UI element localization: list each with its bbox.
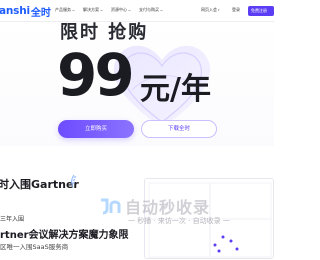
nav-resources[interactable]: 资源中心 <box>111 7 131 13</box>
price-unit: 元/年 <box>140 72 211 107</box>
gartner-headline: rtner会议解决方案魔力象限 <box>0 230 129 241</box>
chevron-down-icon <box>72 9 75 11</box>
brand-name-cn: 全时 <box>30 7 51 19</box>
nav-products[interactable]: 产品服务 <box>55 7 75 13</box>
register-button[interactable]: 免费注册 <box>248 6 274 16</box>
top-nav: anshi 全时 产品服务 解决方案 资源中心 支付与购买 网页入会 ▾ 登录 … <box>0 0 274 22</box>
nav-solutions[interactable]: 解决方案 <box>83 7 103 13</box>
chevron-down-icon <box>100 9 103 11</box>
buy-now-button[interactable]: 立即购买 <box>58 120 134 138</box>
gartner-section: 时入围Gartner 三年入围 rtner会议解决方案魔力象限 区唯一入围Saa… <box>0 146 274 259</box>
chevron-down-icon <box>128 9 131 11</box>
watermark-subtext: 一 秒播 · 来访一次 · 自动收录 一 <box>128 217 230 225</box>
brand-name: anshi <box>0 5 30 17</box>
brand-logo[interactable]: anshi 全时 <box>0 4 51 19</box>
nav-pricing[interactable]: 支付与购买 <box>139 7 163 13</box>
section-title: 时入围Gartner <box>0 178 79 191</box>
nav-signin[interactable]: 登录 <box>232 7 240 13</box>
hero-banner: 限时 抢购 99 元/年 立即购买 下载全时 <box>0 22 274 146</box>
watermark-logo-icon <box>101 198 121 215</box>
chevron-down-icon <box>160 9 163 11</box>
gartner-subline: 区唯一入围SaaS服务商 <box>0 243 69 251</box>
years-text: 三年入围 <box>0 216 25 223</box>
watermark-text: 自动秒收录 <box>125 198 211 217</box>
price-value: 99 <box>57 41 135 109</box>
join-meeting-arrow: ▾ <box>218 8 220 12</box>
nav-join-meeting[interactable]: 网页入会 ▾ <box>201 7 220 13</box>
download-button[interactable]: 下载全时 <box>141 120 217 138</box>
laurel-icon <box>71 174 77 188</box>
